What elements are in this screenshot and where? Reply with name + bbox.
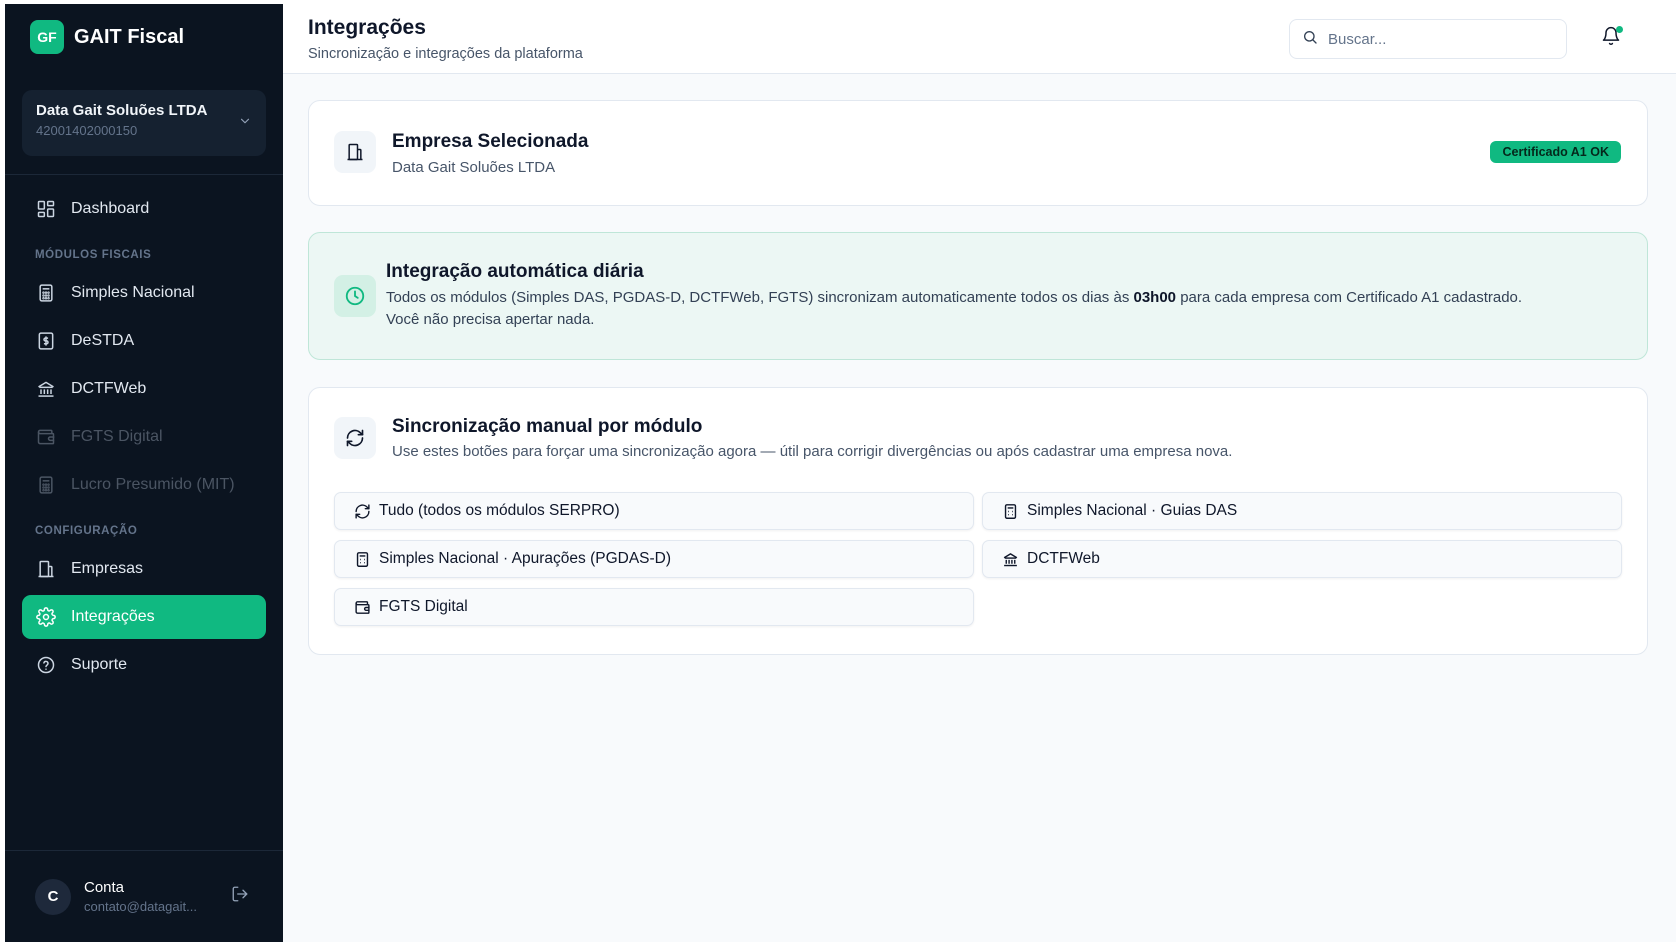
account-info: Conta contato@datagait... <box>84 879 197 914</box>
calculator-icon <box>35 282 57 304</box>
selected-company-card: Empresa Selecionada Data Gait Soluões LT… <box>308 100 1648 206</box>
calculator-icon <box>35 474 57 496</box>
sidebar-item-label: DeSTDA <box>71 332 135 349</box>
sidebar-item-label: Integrações <box>71 608 155 625</box>
clock-icon <box>334 275 376 317</box>
selected-company-title: Empresa Selecionada <box>392 131 589 152</box>
avatar[interactable]: C <box>35 878 71 915</box>
company-selector-cnpj: 42001402000150 <box>36 123 138 138</box>
selected-company-name: Data Gait Soluões LTDA <box>392 159 556 176</box>
sync-fgts-button[interactable]: FGTS Digital <box>334 588 974 626</box>
building-icon <box>35 558 57 580</box>
company-selector-name: Data Gait Soluões LTDA <box>36 102 208 119</box>
auto-sync-title: Integração automática diária <box>386 261 644 282</box>
gear-icon <box>35 606 57 628</box>
manual-sync-card: Sincronização manual por módulo Use este… <box>308 387 1648 655</box>
auto-sync-description: Todos os módulos (Simples DAS, PGDAS-D, … <box>386 287 1522 331</box>
sidebar-section-fiscal: MÓDULOS FISCAIS <box>35 249 152 261</box>
brand-name: GAIT Fiscal <box>74 25 185 48</box>
sidebar-item-dashboard[interactable]: Dashboard <box>22 187 266 231</box>
account-name: Conta <box>84 879 125 896</box>
sync-pgdas-button[interactable]: Simples Nacional · Apurações (PGDAS-D) <box>334 540 974 578</box>
auto-sync-text-end: para cada empresa com Certificado A1 cad… <box>1176 289 1523 306</box>
sidebar-item-destda[interactable]: DeSTDA <box>22 319 266 363</box>
calculator-icon <box>353 550 371 568</box>
chevron-down-icon <box>238 114 252 133</box>
sidebar: GF GAIT Fiscal Data Gait Soluões LTDA 42… <box>5 4 283 942</box>
sync-dctfweb-button[interactable]: DCTFWeb <box>982 540 1622 578</box>
search-box[interactable] <box>1289 19 1567 59</box>
sidebar-item-suporte[interactable]: Suporte <box>22 643 266 687</box>
sync-simples-das-label: Simples Nacional · Guias DAS <box>1027 502 1238 519</box>
sidebar-nav: Dashboard MÓDULOS FISCAIS Simples Nacion… <box>5 175 283 691</box>
refresh-icon <box>334 417 376 459</box>
account-panel: C Conta contato@datagait... <box>5 850 283 942</box>
dashboard-icon <box>35 198 57 220</box>
sidebar-item-label: Lucro Presumido (MIT) <box>71 476 235 493</box>
sidebar-item-lucro-presumido[interactable]: Lucro Presumido (MIT) <box>22 463 266 507</box>
notification-dot <box>1616 26 1623 33</box>
sync-simples-das-button[interactable]: Simples Nacional · Guias DAS <box>982 492 1622 530</box>
search-input[interactable] <box>1328 30 1548 48</box>
bell-icon <box>1601 26 1621 50</box>
page-subtitle: Sincronização e integrações da plataform… <box>308 46 583 62</box>
sidebar-item-label: Simples Nacional <box>71 284 195 301</box>
receipt-dollar-icon <box>35 330 57 352</box>
wallet-icon <box>35 426 57 448</box>
sidebar-item-empresas[interactable]: Empresas <box>22 547 266 591</box>
sync-all-button[interactable]: Tudo (todos os módulos SERPRO) <box>334 492 974 530</box>
auto-sync-note: Você não precisa apertar nada. <box>386 311 595 328</box>
manual-sync-title: Sincronização manual por módulo <box>392 416 703 437</box>
sidebar-section-config: CONFIGURAÇÃO <box>35 525 138 537</box>
brand[interactable]: GF GAIT Fiscal <box>5 4 283 70</box>
notifications-button[interactable] <box>1601 26 1623 48</box>
auto-sync-text: Todos os módulos (Simples DAS, PGDAS-D, … <box>386 289 1134 306</box>
building-icon <box>334 131 376 173</box>
refresh-icon <box>353 502 371 520</box>
help-circle-icon <box>35 654 57 676</box>
auto-sync-card: Integração automática diária Todos os mó… <box>308 232 1648 360</box>
sidebar-item-label: Suporte <box>71 656 128 673</box>
sync-all-label: Tudo (todos os módulos SERPRO) <box>379 502 620 519</box>
main-content: Integrações Sincronização e integrações … <box>283 4 1676 942</box>
top-bar: Integrações Sincronização e integrações … <box>283 4 1676 74</box>
sidebar-item-label: Dashboard <box>71 200 150 217</box>
brand-logo: GF <box>30 20 64 54</box>
sync-pgdas-label: Simples Nacional · Apurações (PGDAS-D) <box>379 550 672 567</box>
sidebar-item-fgts-digital[interactable]: FGTS Digital <box>22 415 266 459</box>
search-icon <box>1302 29 1318 50</box>
sidebar-item-simples-nacional[interactable]: Simples Nacional <box>22 271 266 315</box>
app-window: GF GAIT Fiscal Data Gait Soluões LTDA 42… <box>5 4 1676 942</box>
calculator-icon <box>1001 502 1019 520</box>
sidebar-item-dctfweb[interactable]: DCTFWeb <box>22 367 266 411</box>
sync-fgts-label: FGTS Digital <box>379 598 468 615</box>
logout-icon[interactable] <box>231 885 249 908</box>
bank-icon <box>1001 550 1019 568</box>
company-selector[interactable]: Data Gait Soluões LTDA 42001402000150 <box>22 90 266 156</box>
auto-sync-time: 03h00 <box>1133 289 1177 306</box>
sidebar-item-integracoes[interactable]: Integrações <box>22 595 266 639</box>
account-email: contato@datagait... <box>84 899 197 914</box>
manual-sync-subtitle: Use estes botões para forçar uma sincron… <box>392 443 1233 460</box>
bank-icon <box>35 378 57 400</box>
sync-dctfweb-label: DCTFWeb <box>1027 550 1100 567</box>
sidebar-item-label: Empresas <box>71 560 144 577</box>
page-title: Integrações <box>308 16 426 39</box>
sidebar-item-label: FGTS Digital <box>71 428 163 445</box>
sidebar-item-label: DCTFWeb <box>71 380 147 397</box>
wallet-icon <box>353 598 371 616</box>
certificate-status-badge: Certificado A1 OK <box>1490 141 1621 163</box>
